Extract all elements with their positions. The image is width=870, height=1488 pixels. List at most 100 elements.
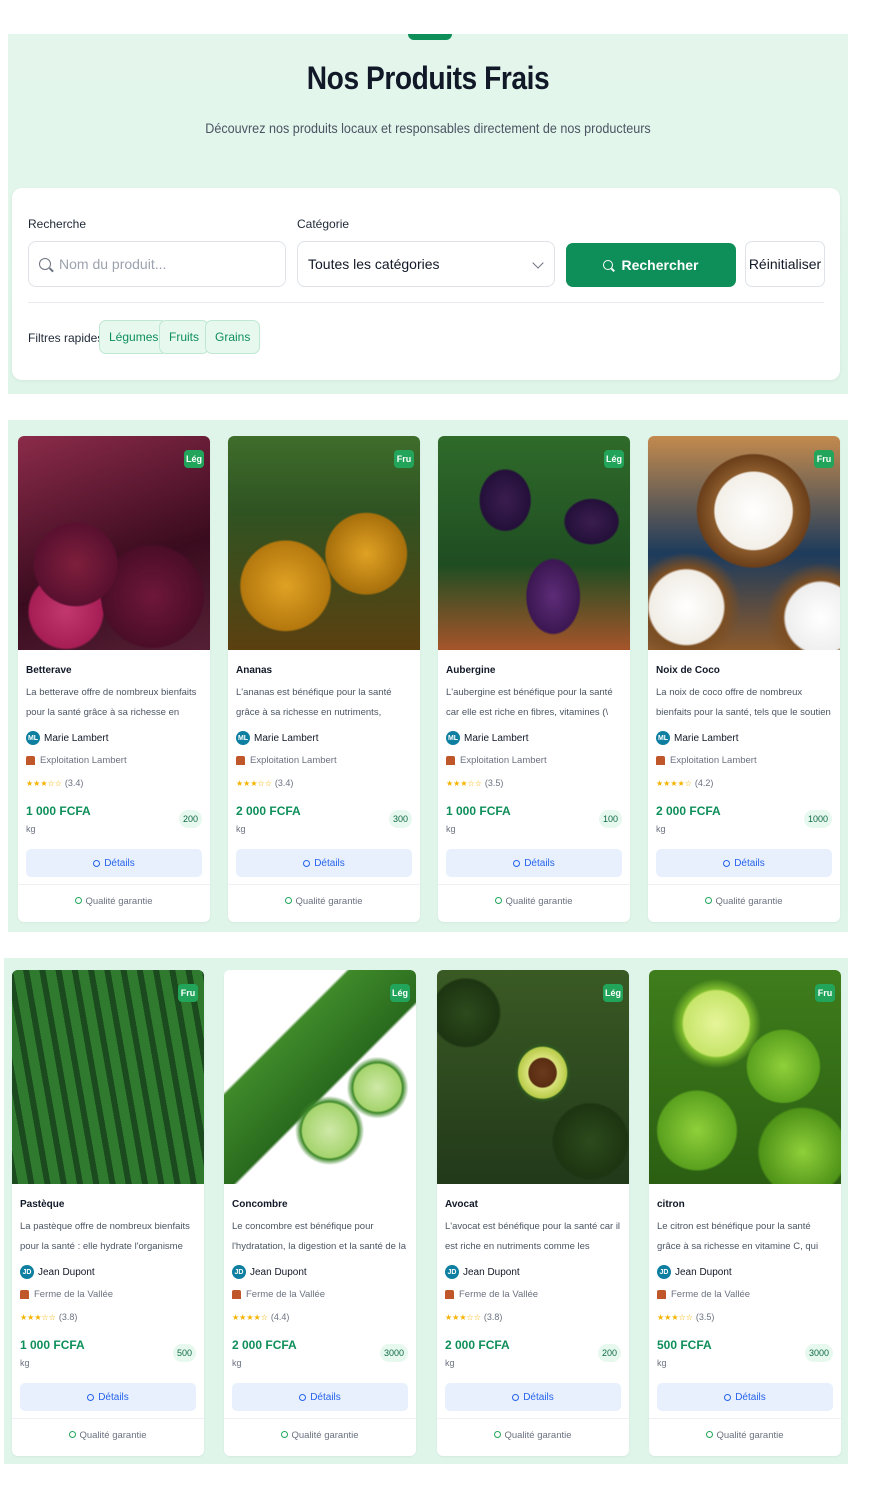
check-circle-icon: [69, 1431, 77, 1438]
product-image[interactable]: [12, 970, 204, 1184]
quick-filter-legumes[interactable]: Légumes: [99, 320, 169, 354]
product-card[interactable]: Lég Avocat L'avocat est bénéfique pour la …: [437, 970, 629, 1456]
product-description: La pastèque offre de nombreux bienfaits …: [20, 1221, 190, 1252]
star-icons: ★★★★☆: [232, 1312, 268, 1322]
product-image[interactable]: [437, 970, 629, 1184]
avatar: JD: [657, 1265, 671, 1279]
reset-button[interactable]: Réinitialiser: [745, 241, 825, 287]
star-icons: ★★★☆☆: [20, 1312, 56, 1322]
details-label: Détails: [523, 1391, 554, 1403]
farm-name: Ferme de la Vallée: [34, 1289, 114, 1300]
product-card[interactable]: Lég Aubergine L'aubergine est bénéfique po…: [438, 436, 630, 922]
quality-note: Qualité garantie: [649, 1430, 841, 1441]
avatar: JD: [232, 1265, 246, 1279]
stock-badge: 500: [172, 1344, 196, 1362]
farm-name: Ferme de la Vallée: [459, 1289, 539, 1300]
quality-label: Qualité garantie: [505, 896, 573, 907]
farm: Ferme de la Vallée: [20, 1289, 113, 1300]
divider: [228, 884, 420, 885]
product-price: 500 FCFA: [657, 1338, 712, 1352]
farm-name: Exploitation Lambert: [250, 755, 337, 766]
product-image[interactable]: [649, 970, 841, 1184]
details-button[interactable]: Détails: [445, 1383, 621, 1411]
product-card[interactable]: Lég Betterave La betterave offre de nombre…: [18, 436, 210, 922]
product-card[interactable]: Fru Noix de Coco La noix de coco offre de …: [648, 436, 840, 922]
product-image[interactable]: [228, 436, 420, 650]
seller-name: Jean Dupont: [38, 1266, 95, 1278]
product-unit: kg: [232, 1358, 242, 1368]
product-price: 2 000 FCFA: [232, 1338, 297, 1352]
divider: [28, 302, 824, 303]
product-card[interactable]: Fru Ananas L'ananas est bénéfique pour la …: [228, 436, 420, 922]
category-select-value: Toutes les catégories: [308, 256, 440, 272]
page-subtitle: Découvrez nos produits locaux et respons…: [205, 120, 651, 136]
product-price: 2 000 FCFA: [656, 804, 721, 818]
quality-note: Qualité garantie: [228, 896, 420, 907]
quality-label: Qualité garantie: [295, 896, 363, 907]
details-button[interactable]: Détails: [656, 849, 832, 877]
stock-badge: 200: [597, 1344, 621, 1362]
category-badge: Fru: [394, 450, 414, 468]
stock-badge: 300: [388, 810, 412, 828]
hero-accent-bar: [408, 34, 452, 40]
product-image[interactable]: [648, 436, 840, 650]
product-description: La betterave offre de nombreux bienfaits…: [26, 687, 197, 718]
quality-note: Qualité garantie: [438, 896, 630, 907]
details-label: Détails: [524, 857, 555, 869]
seller-name: Marie Lambert: [464, 732, 529, 744]
details-button[interactable]: Détails: [657, 1383, 833, 1411]
product-description: L'avocat est bénéfique pour la santé car…: [445, 1221, 621, 1252]
product-card[interactable]: Fru Pastèque La pastèque offre de nombreux…: [12, 970, 204, 1456]
quick-filter-grains[interactable]: Grains: [205, 320, 261, 354]
quick-filter-fruits[interactable]: Fruits: [159, 320, 209, 354]
details-button[interactable]: Détails: [236, 849, 412, 877]
quality-note: Qualité garantie: [18, 896, 210, 907]
quality-note: Qualité garantie: [648, 896, 840, 907]
farm-icon: [446, 756, 455, 765]
search-icon: [39, 258, 51, 270]
details-label: Détails: [314, 857, 345, 869]
rating-value: (3.5): [695, 1312, 715, 1322]
star-icons: ★★★☆☆: [445, 1312, 481, 1322]
details-label: Détails: [310, 1391, 341, 1403]
details-button[interactable]: Détails: [20, 1383, 196, 1411]
details-button[interactable]: Détails: [232, 1383, 408, 1411]
avatar: JD: [20, 1265, 34, 1279]
product-image[interactable]: [18, 436, 210, 650]
search-input[interactable]: Nom du produit...: [28, 241, 286, 287]
farm: Exploitation Lambert: [446, 755, 547, 766]
product-image[interactable]: [438, 436, 630, 650]
details-label: Détails: [104, 857, 135, 869]
product-name: Pastèque: [20, 1199, 65, 1210]
product-image[interactable]: [224, 970, 416, 1184]
product-card[interactable]: Fru citron Le citron est bénéfique pour la…: [649, 970, 841, 1456]
product-card[interactable]: Lég Concombre Le concombre est bénéfique p…: [224, 970, 416, 1456]
product-description: Le concombre est bénéfique pour l'hydrat…: [232, 1221, 406, 1252]
star-icons: ★★★☆☆: [657, 1312, 693, 1322]
product-name: Concombre: [232, 1199, 288, 1210]
rating: ★★★☆☆ (3.4): [236, 778, 293, 788]
rating-value: (3.8): [58, 1312, 78, 1322]
rating-value: (4.2): [694, 778, 714, 788]
eye-icon: [723, 859, 731, 867]
eye-icon: [299, 1393, 307, 1401]
check-circle-icon: [494, 1431, 502, 1438]
farm: Exploitation Lambert: [656, 755, 757, 766]
star-icons: ★★★★☆: [656, 778, 692, 788]
search-button[interactable]: Rechercher: [566, 243, 736, 287]
rating-value: (4.4): [270, 1312, 290, 1322]
farm-icon: [20, 1290, 29, 1299]
seller-name: Marie Lambert: [674, 732, 739, 744]
search-label: Recherche: [28, 217, 87, 231]
quality-label: Qualité garantie: [85, 896, 153, 907]
category-badge: Lég: [184, 450, 204, 468]
seller: JD Jean Dupont: [445, 1265, 520, 1279]
rating-value: (3.4): [64, 778, 84, 788]
details-button[interactable]: Détails: [446, 849, 622, 877]
category-select[interactable]: Toutes les catégories: [297, 241, 555, 287]
star-icons: ★★★☆☆: [26, 778, 62, 788]
product-name: Noix de Coco: [656, 665, 720, 676]
eye-icon: [513, 859, 521, 867]
product-price: 1 000 FCFA: [446, 804, 511, 818]
details-button[interactable]: Détails: [26, 849, 202, 877]
